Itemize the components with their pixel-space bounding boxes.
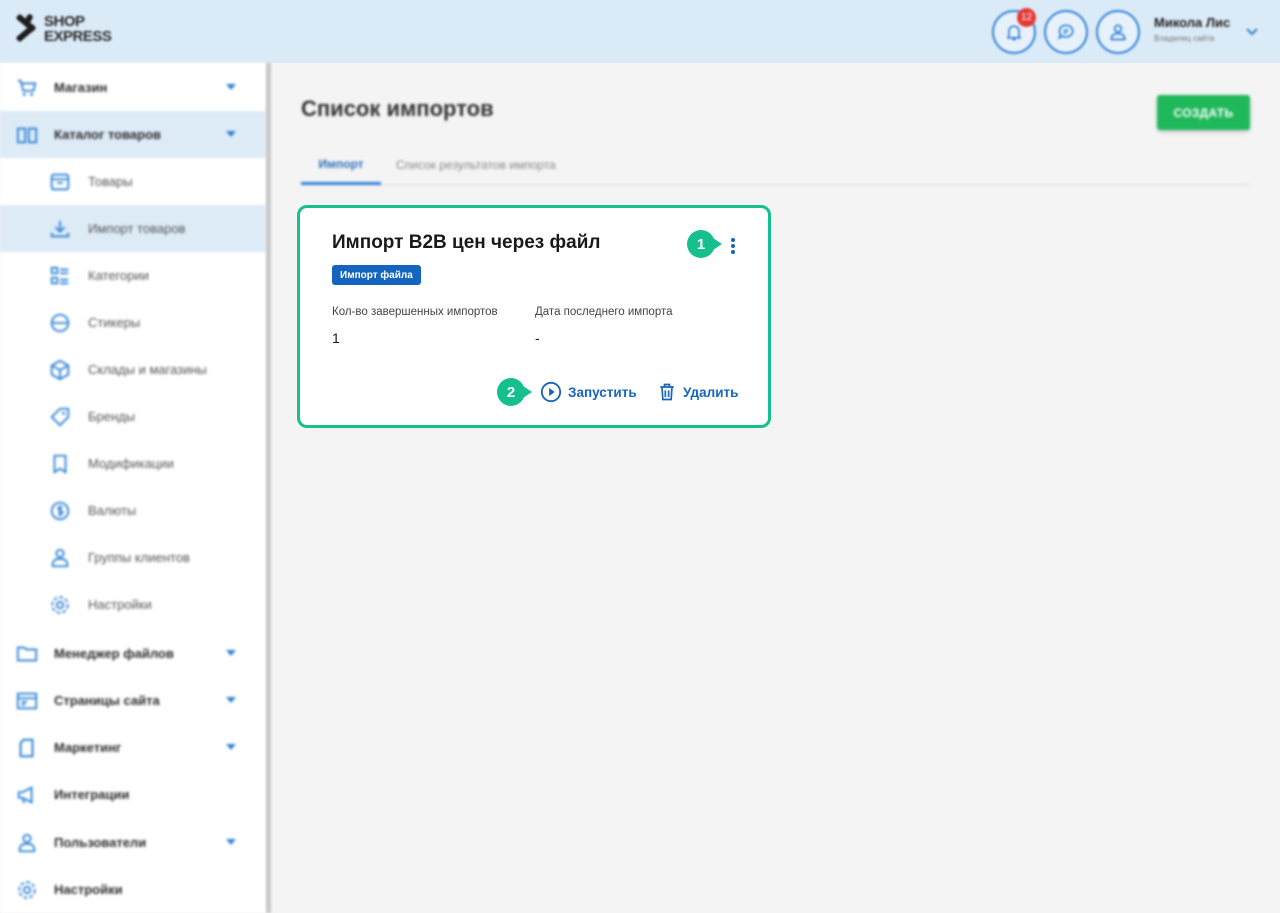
run-label: Запустить xyxy=(568,384,637,400)
sidebar-item-integrations[interactable]: Интеграции xyxy=(0,771,266,818)
notifications-button[interactable]: 12 xyxy=(992,8,1036,54)
sidebar-item-brands[interactable]: Бренды xyxy=(0,393,266,440)
sidebar-item-label: Стикеры xyxy=(88,315,141,330)
sidebar-item-customer-groups[interactable]: Группы клиентов xyxy=(0,534,266,581)
sidebar-item-label: Товары xyxy=(88,174,133,189)
sidebar-item-label: Маркетинг xyxy=(54,740,122,755)
box-icon xyxy=(48,170,72,194)
chevron-down-icon xyxy=(226,131,236,137)
chevron-down-icon xyxy=(226,839,236,845)
user-role: Владелец сайта xyxy=(1154,34,1215,43)
sidebar-item-label: Пользователи xyxy=(54,835,147,850)
sidebar-item-users[interactable]: Пользователи xyxy=(0,819,266,866)
delete-button[interactable]: Удалить xyxy=(657,380,738,404)
sidebar-item-label: Модификации xyxy=(88,456,174,471)
chevron-down-icon xyxy=(226,744,236,750)
sidebar-item-label: Каталог товаров xyxy=(54,127,162,142)
sidebar-item-label: Склады и магазины xyxy=(88,362,207,377)
sidebar-item-label: Бренды xyxy=(88,409,136,424)
tabs: Импорт Список результатов импорта xyxy=(301,145,1250,185)
warehouse-icon xyxy=(48,358,72,382)
list-icon xyxy=(48,264,72,288)
import-type-badge: Импорт файла xyxy=(332,265,421,285)
logo[interactable]: SHOP EXPRESS xyxy=(12,13,112,45)
sidebar-item-categories[interactable]: Категории xyxy=(0,252,266,299)
top-bar: SHOP EXPRESS 12 Микола Лис Владелец сайт… xyxy=(0,0,1280,63)
logo-text-line1: SHOP xyxy=(44,13,85,30)
play-icon xyxy=(540,381,562,403)
sticker-icon xyxy=(48,311,72,335)
chat-icon xyxy=(1057,24,1074,40)
more-options-icon[interactable] xyxy=(728,235,738,257)
user-group-icon xyxy=(48,546,72,570)
logo-mark-icon xyxy=(12,13,40,44)
gear-icon xyxy=(48,593,72,617)
megaphone-icon xyxy=(15,783,39,807)
top-icons: 12 xyxy=(992,8,1140,54)
callout-marker-1: 1 xyxy=(687,230,724,258)
sidebar-item-shop[interactable]: Магазин xyxy=(0,64,266,111)
marketing-icon xyxy=(15,736,39,760)
tab-import[interactable]: Импорт xyxy=(301,145,381,185)
sidebar-item-modifications[interactable]: Модификации xyxy=(0,440,266,487)
tag-icon xyxy=(48,405,72,429)
logo-text-line2: EXPRESS xyxy=(44,28,112,45)
last-import-date-label: Дата последнего импорта xyxy=(535,306,673,318)
sidebar-item-label: Группы клиентов xyxy=(88,550,190,565)
create-button[interactable]: СОЗДАТЬ xyxy=(1157,95,1250,130)
callout-marker-2: 2 xyxy=(497,378,534,406)
sidebar-item-label: Менеджер файлов xyxy=(54,646,174,661)
chevron-down-icon xyxy=(226,697,236,703)
completed-imports-value: 1 xyxy=(332,330,340,346)
sidebar-item-settings[interactable]: Настройки xyxy=(0,866,266,913)
book-icon xyxy=(15,123,39,147)
sidebar-item-label: Настройки xyxy=(54,882,123,897)
tab-import-results[interactable]: Список результатов импорта xyxy=(396,145,586,185)
download-icon xyxy=(48,217,72,241)
sidebar-item-site-pages[interactable]: Страницы сайта xyxy=(0,677,266,724)
users-icon xyxy=(15,831,39,855)
chevron-down-icon xyxy=(226,84,236,90)
page-title: Список импортов xyxy=(301,96,494,121)
sidebar-item-catalog[interactable]: Каталог товаров xyxy=(0,111,266,158)
gear-icon xyxy=(15,878,39,902)
sidebar-item-stickers[interactable]: Стикеры xyxy=(0,299,266,346)
page-icon xyxy=(15,689,39,713)
sidebar-item-label: Валюты xyxy=(88,503,137,518)
sidebar-item-import[interactable]: Импорт товаров xyxy=(0,205,266,252)
chevron-down-icon xyxy=(226,650,236,656)
completed-imports-label: Кол-во завершенных импортов xyxy=(332,306,498,318)
sidebar-item-label: Импорт товаров xyxy=(88,221,186,236)
bookmark-icon xyxy=(48,452,72,476)
sidebar-item-label: Интеграции xyxy=(54,787,130,802)
user-info[interactable]: Микола Лис Владелец сайта xyxy=(1154,15,1230,43)
notifications-badge: 12 xyxy=(1017,8,1036,27)
messages-button[interactable] xyxy=(1044,10,1088,54)
user-icon xyxy=(1110,24,1126,41)
user-menu-chevron-icon[interactable] xyxy=(1246,24,1258,42)
sidebar: Магазин Каталог товаров Товары Импорт то… xyxy=(0,63,266,913)
sidebar-item-label: Страницы сайта xyxy=(54,693,160,708)
sidebar-item-marketing[interactable]: Маркетинг xyxy=(0,724,266,771)
last-import-date-value: - xyxy=(535,330,540,346)
trash-icon xyxy=(660,383,674,401)
delete-label: Удалить xyxy=(683,384,739,400)
import-card-title: Импорт B2B цен через файл xyxy=(332,232,601,253)
folder-icon xyxy=(15,642,39,666)
cart-icon xyxy=(15,76,39,100)
sidebar-divider xyxy=(266,63,271,913)
run-button[interactable]: Запустить xyxy=(540,380,637,404)
profile-button[interactable] xyxy=(1096,10,1140,54)
sidebar-item-label: Категории xyxy=(88,268,149,283)
sidebar-item-file-manager[interactable]: Менеджер файлов xyxy=(0,630,266,677)
dollar-icon xyxy=(48,499,72,523)
sidebar-item-label: Магазин xyxy=(54,80,108,95)
sidebar-item-label: Настройки xyxy=(88,597,152,612)
sidebar-item-warehouses[interactable]: Склады и магазины xyxy=(0,346,266,393)
sidebar-item-currencies[interactable]: Валюты xyxy=(0,487,266,534)
user-name: Микола Лис xyxy=(1154,15,1231,30)
sidebar-item-products[interactable]: Товары xyxy=(0,158,266,205)
sidebar-item-catalog-settings[interactable]: Настройки xyxy=(0,581,266,628)
